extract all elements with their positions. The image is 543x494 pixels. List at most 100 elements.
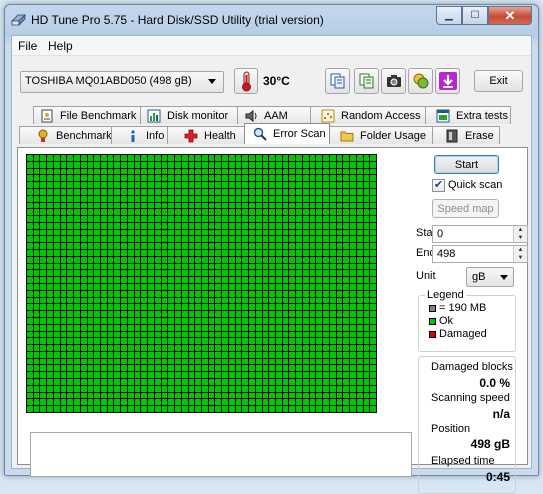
scan-block: [94, 168, 101, 175]
menu-help[interactable]: Help: [48, 39, 73, 53]
scan-block: [168, 161, 175, 168]
scan-block: [222, 243, 228, 250]
scan-block: [114, 406, 121, 412]
drive-select[interactable]: TOSHIBA MQ01ABD050 (498 gB): [20, 71, 224, 93]
scan-block: [195, 263, 201, 270]
options-button[interactable]: [408, 68, 433, 94]
tab-health[interactable]: Health: [167, 126, 245, 144]
scan-block: [40, 277, 47, 283]
scan-block: [370, 209, 376, 216]
scan-block: [269, 345, 276, 351]
scan-block: [356, 222, 363, 229]
scan-block: [336, 311, 343, 317]
scan-block: [323, 161, 329, 168]
scan-block: [370, 392, 376, 399]
scan-block: [282, 358, 289, 365]
menu-file[interactable]: File: [18, 39, 37, 53]
tab-erase[interactable]: Erase: [432, 126, 500, 144]
scan-block: [168, 236, 175, 243]
scan-block: [27, 385, 33, 392]
scan-block: [154, 236, 161, 243]
scan-block: [67, 304, 74, 311]
title-bar[interactable]: HD Tune Pro 5.75 - Hard Disk/SSD Utility…: [5, 5, 538, 35]
scan-block: [67, 243, 74, 250]
scan-block: [114, 243, 121, 250]
scan-block: [188, 317, 195, 324]
start-field[interactable]: 0 ▲ ▼: [432, 225, 528, 243]
tab-error-scan[interactable]: Error Scan: [244, 123, 330, 144]
scan-block: [114, 392, 121, 399]
tab-file-benchmark[interactable]: File Benchmark: [33, 106, 141, 124]
scan-block: [329, 175, 336, 182]
scan-block: [148, 311, 154, 317]
scan-block: [296, 175, 302, 182]
scan-block: [40, 365, 47, 372]
scan-block: [74, 351, 80, 358]
temperature-button[interactable]: [234, 68, 258, 94]
start-spinner[interactable]: ▲ ▼: [513, 226, 527, 242]
scan-block: [215, 331, 222, 338]
scan-block: [141, 195, 148, 202]
quick-scan-label: Quick scan: [448, 179, 503, 191]
scan-block: [242, 209, 249, 216]
app-window: HD Tune Pro 5.75 - Hard Disk/SSD Utility…: [4, 4, 539, 494]
scan-block: [53, 304, 60, 311]
scan-block: [289, 297, 296, 304]
tab-label: AAM: [264, 109, 288, 122]
scan-block: [323, 290, 329, 297]
tab-folder-usage[interactable]: Folder Usage: [329, 126, 433, 144]
scan-block: [296, 155, 302, 161]
tab-label: Extra tests: [456, 109, 508, 122]
legend-title: Legend: [425, 289, 466, 301]
scan-block: [289, 209, 296, 216]
scan-block: [161, 229, 168, 236]
copy-all-button[interactable]: [354, 68, 379, 94]
tab-extra-tests[interactable]: Extra tests: [425, 106, 511, 124]
scan-block: [289, 236, 296, 243]
log-area[interactable]: [30, 432, 412, 477]
scan-block: [47, 243, 53, 250]
scan-block: [370, 263, 376, 270]
scan-block: [161, 236, 168, 243]
scan-block: [195, 155, 201, 161]
scan-block: [161, 243, 168, 250]
scan-block: [60, 283, 67, 290]
scan-block: [154, 175, 161, 182]
tab-random-access[interactable]: Random Access: [310, 106, 426, 124]
scan-block: [154, 365, 161, 372]
close-button[interactable]: ✕: [488, 6, 532, 25]
end-field[interactable]: 498 ▲ ▼: [432, 245, 528, 263]
speed-map-button[interactable]: Speed map: [432, 199, 499, 218]
scan-block: [228, 297, 235, 304]
maximize-button[interactable]: ☐: [462, 6, 488, 25]
scan-block: [134, 392, 141, 399]
save-button[interactable]: [435, 68, 460, 94]
scan-block: [329, 338, 336, 345]
scan-block: [309, 216, 316, 222]
scan-block: [276, 229, 282, 236]
unit-select[interactable]: gB: [466, 267, 514, 287]
copy-icon: [330, 73, 344, 89]
scan-block: [215, 345, 222, 351]
scan-block: [168, 250, 175, 256]
tab-disk-monitor[interactable]: Disk monitor: [140, 106, 238, 124]
tab-aam[interactable]: AAM: [237, 106, 311, 124]
minimize-button[interactable]: ▁: [436, 6, 462, 25]
scan-block: [363, 311, 370, 317]
scan-block: [127, 358, 134, 365]
exit-button[interactable]: Exit: [474, 70, 523, 92]
screenshot-button[interactable]: [381, 68, 406, 94]
scan-block: [249, 406, 255, 412]
quick-scan-checkbox[interactable]: ✔: [432, 179, 445, 192]
scan-block: [363, 256, 370, 263]
wrench-icon: [413, 73, 428, 89]
end-spinner[interactable]: ▲ ▼: [513, 246, 527, 262]
tab-info[interactable]: Info: [111, 126, 168, 144]
copy-button[interactable]: [325, 68, 350, 94]
scan-block: [302, 372, 309, 379]
scan-block: [60, 229, 67, 236]
scan-block: [269, 270, 276, 277]
start-button[interactable]: Start: [434, 155, 499, 174]
scan-block: [262, 175, 269, 182]
tab-benchmark[interactable]: Benchmark: [19, 126, 112, 144]
